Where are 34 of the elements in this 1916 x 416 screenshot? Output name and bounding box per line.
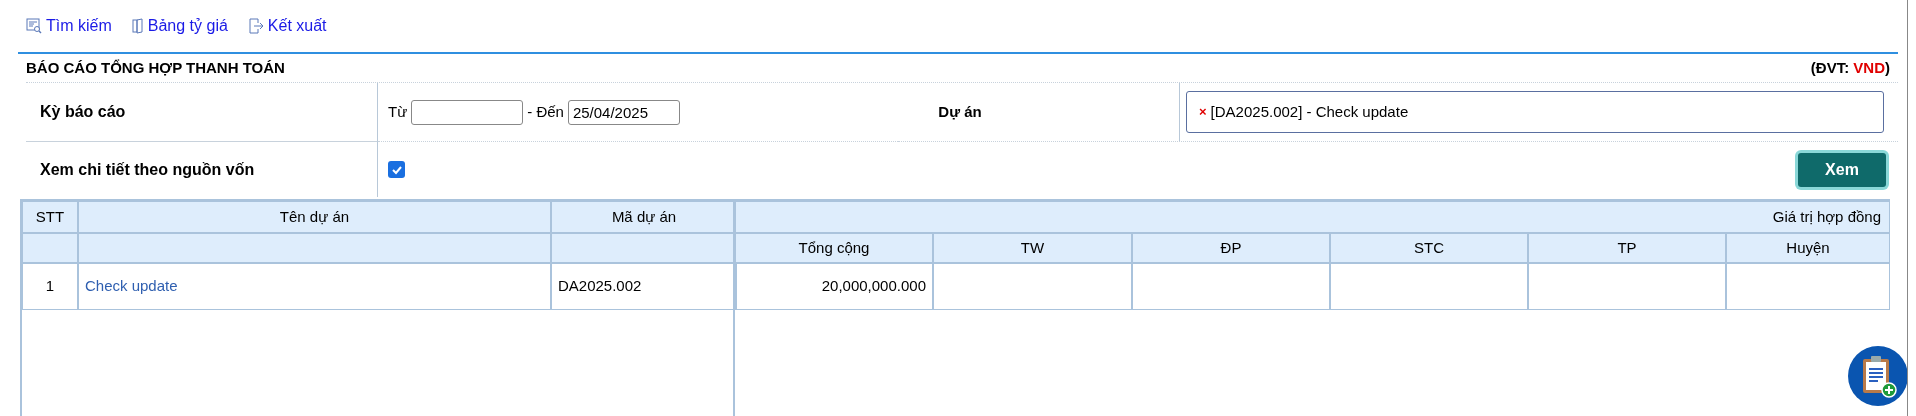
column-header: Tổng cộng bbox=[735, 233, 933, 263]
column-header: Tên dự án bbox=[78, 201, 551, 233]
add-note-button[interactable] bbox=[1848, 346, 1908, 406]
toolbar-link[interactable]: Bảng tỷ giá bbox=[131, 14, 228, 38]
checkbox[interactable] bbox=[388, 161, 405, 178]
report-title: BÁO CÁO TỔNG HỢP THANH TOÁN bbox=[26, 57, 285, 78]
field-label: Từ bbox=[388, 101, 408, 122]
toolbar-link[interactable]: Kết xuất bbox=[247, 14, 327, 38]
group-header: Giá trị hợp đồng bbox=[735, 201, 1890, 233]
field-label: Kỳ báo cáo bbox=[40, 102, 126, 122]
field-label: Xem chi tiết theo nguồn vốn bbox=[40, 159, 255, 180]
book-icon bbox=[131, 18, 144, 34]
project-link[interactable]: Check update bbox=[85, 275, 178, 298]
export-icon bbox=[247, 18, 264, 34]
project-select[interactable]: × [DA2025.002] - Check update bbox=[1186, 91, 1884, 133]
column-header: TP bbox=[1528, 233, 1726, 263]
table-cell: 20,000,000.000 bbox=[735, 263, 933, 310]
column-header: STC bbox=[1330, 233, 1528, 263]
search-icon bbox=[26, 18, 42, 34]
view-button[interactable]: Xem bbox=[1798, 152, 1886, 187]
field-label: Dự án bbox=[937, 101, 983, 122]
remove-button[interactable]: × bbox=[1199, 102, 1207, 122]
date-field[interactable]: 25/04/2025 bbox=[567, 99, 680, 125]
toolbar-link[interactable]: Tìm kiếm bbox=[26, 14, 112, 38]
column-header: Huyện bbox=[1726, 233, 1890, 263]
table-cell: 1 bbox=[22, 263, 78, 310]
table-cell: DA2025.002 bbox=[551, 263, 737, 310]
column-header: ĐP bbox=[1132, 233, 1330, 263]
column-header: STT bbox=[22, 201, 78, 233]
field-label: - Đến bbox=[527, 101, 564, 122]
selected-project: [DA2025.002] - Check update bbox=[1210, 101, 1409, 122]
date-field[interactable] bbox=[411, 99, 524, 125]
unit-label: (ĐVT: VND) bbox=[1810, 57, 1890, 78]
column-header: TW bbox=[933, 233, 1132, 263]
